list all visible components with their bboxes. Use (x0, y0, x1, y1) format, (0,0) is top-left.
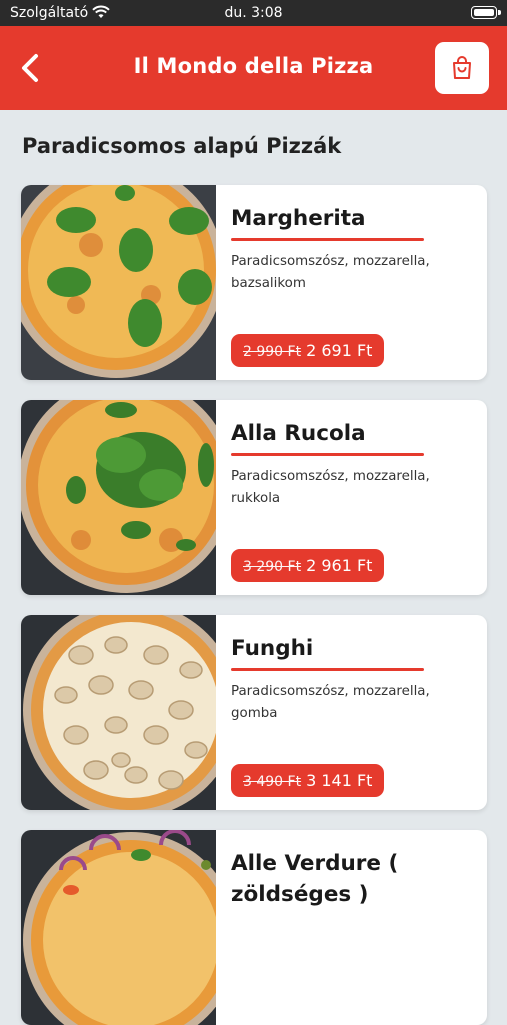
pizza-card-margherita[interactable]: Margherita Paradicsomszósz, mozzarella, … (21, 185, 487, 380)
pizza-image (21, 400, 216, 595)
pizza-card-alle-verdure[interactable]: Alle Verdure ( zöldséges ) (21, 830, 487, 1025)
card-body: Funghi Paradicsomszósz, mozzarella, gomb… (231, 615, 473, 810)
price-button[interactable]: 2 990 Ft 2 691 Ft (231, 334, 385, 367)
pizza-name: Margherita (231, 206, 366, 231)
old-price: 3 290 Ft (243, 559, 302, 575)
status-bar: Szolgáltató du. 3:08 (0, 0, 507, 26)
current-price: 2 961 Ft (306, 556, 373, 575)
price-button[interactable]: 3 290 Ft 2 961 Ft (231, 549, 385, 582)
section-title: Paradicsomos alapú Pizzák (22, 134, 342, 158)
battery-icon (471, 6, 501, 19)
app-header: Il Mondo della Pizza (0, 26, 507, 110)
old-price: 2 990 Ft (243, 344, 302, 360)
pizza-card-funghi[interactable]: Funghi Paradicsomszósz, mozzarella, gomb… (21, 615, 487, 810)
cart-button[interactable] (435, 42, 489, 94)
pizza-description: Paradicsomszósz, mozzarella, bazsalikom (231, 254, 430, 291)
current-price: 2 691 Ft (306, 341, 373, 360)
title-underline (231, 453, 424, 456)
pizza-image (21, 615, 216, 810)
card-body: Margherita Paradicsomszósz, mozzarella, … (231, 185, 473, 380)
shopping-bag-icon (453, 56, 471, 79)
card-body: Alle Verdure ( zöldséges ) (231, 830, 473, 1025)
pizza-name: Alle Verdure ( zöldséges ) (231, 851, 399, 907)
pizza-name: Alla Rucola (231, 421, 366, 446)
title-underline (231, 238, 424, 241)
current-price: 3 141 Ft (306, 771, 373, 790)
clock: du. 3:08 (224, 5, 283, 21)
price-button[interactable]: 3 490 Ft 3 141 Ft (231, 764, 385, 797)
pizza-description: Paradicsomszósz, mozzarella, gomba (231, 684, 430, 721)
pizza-image (21, 830, 216, 1025)
page-title: Il Mondo della Pizza (133, 54, 374, 78)
pizza-description: Paradicsomszósz, mozzarella, rukkola (231, 469, 430, 506)
title-underline (231, 668, 424, 671)
pizza-card-alla-rucola[interactable]: Alla Rucola Paradicsomszósz, mozzarella,… (21, 400, 487, 595)
card-body: Alla Rucola Paradicsomszósz, mozzarella,… (231, 400, 473, 595)
old-price: 3 490 Ft (243, 774, 302, 790)
pizza-name: Funghi (231, 636, 314, 661)
pizza-image (21, 185, 216, 380)
